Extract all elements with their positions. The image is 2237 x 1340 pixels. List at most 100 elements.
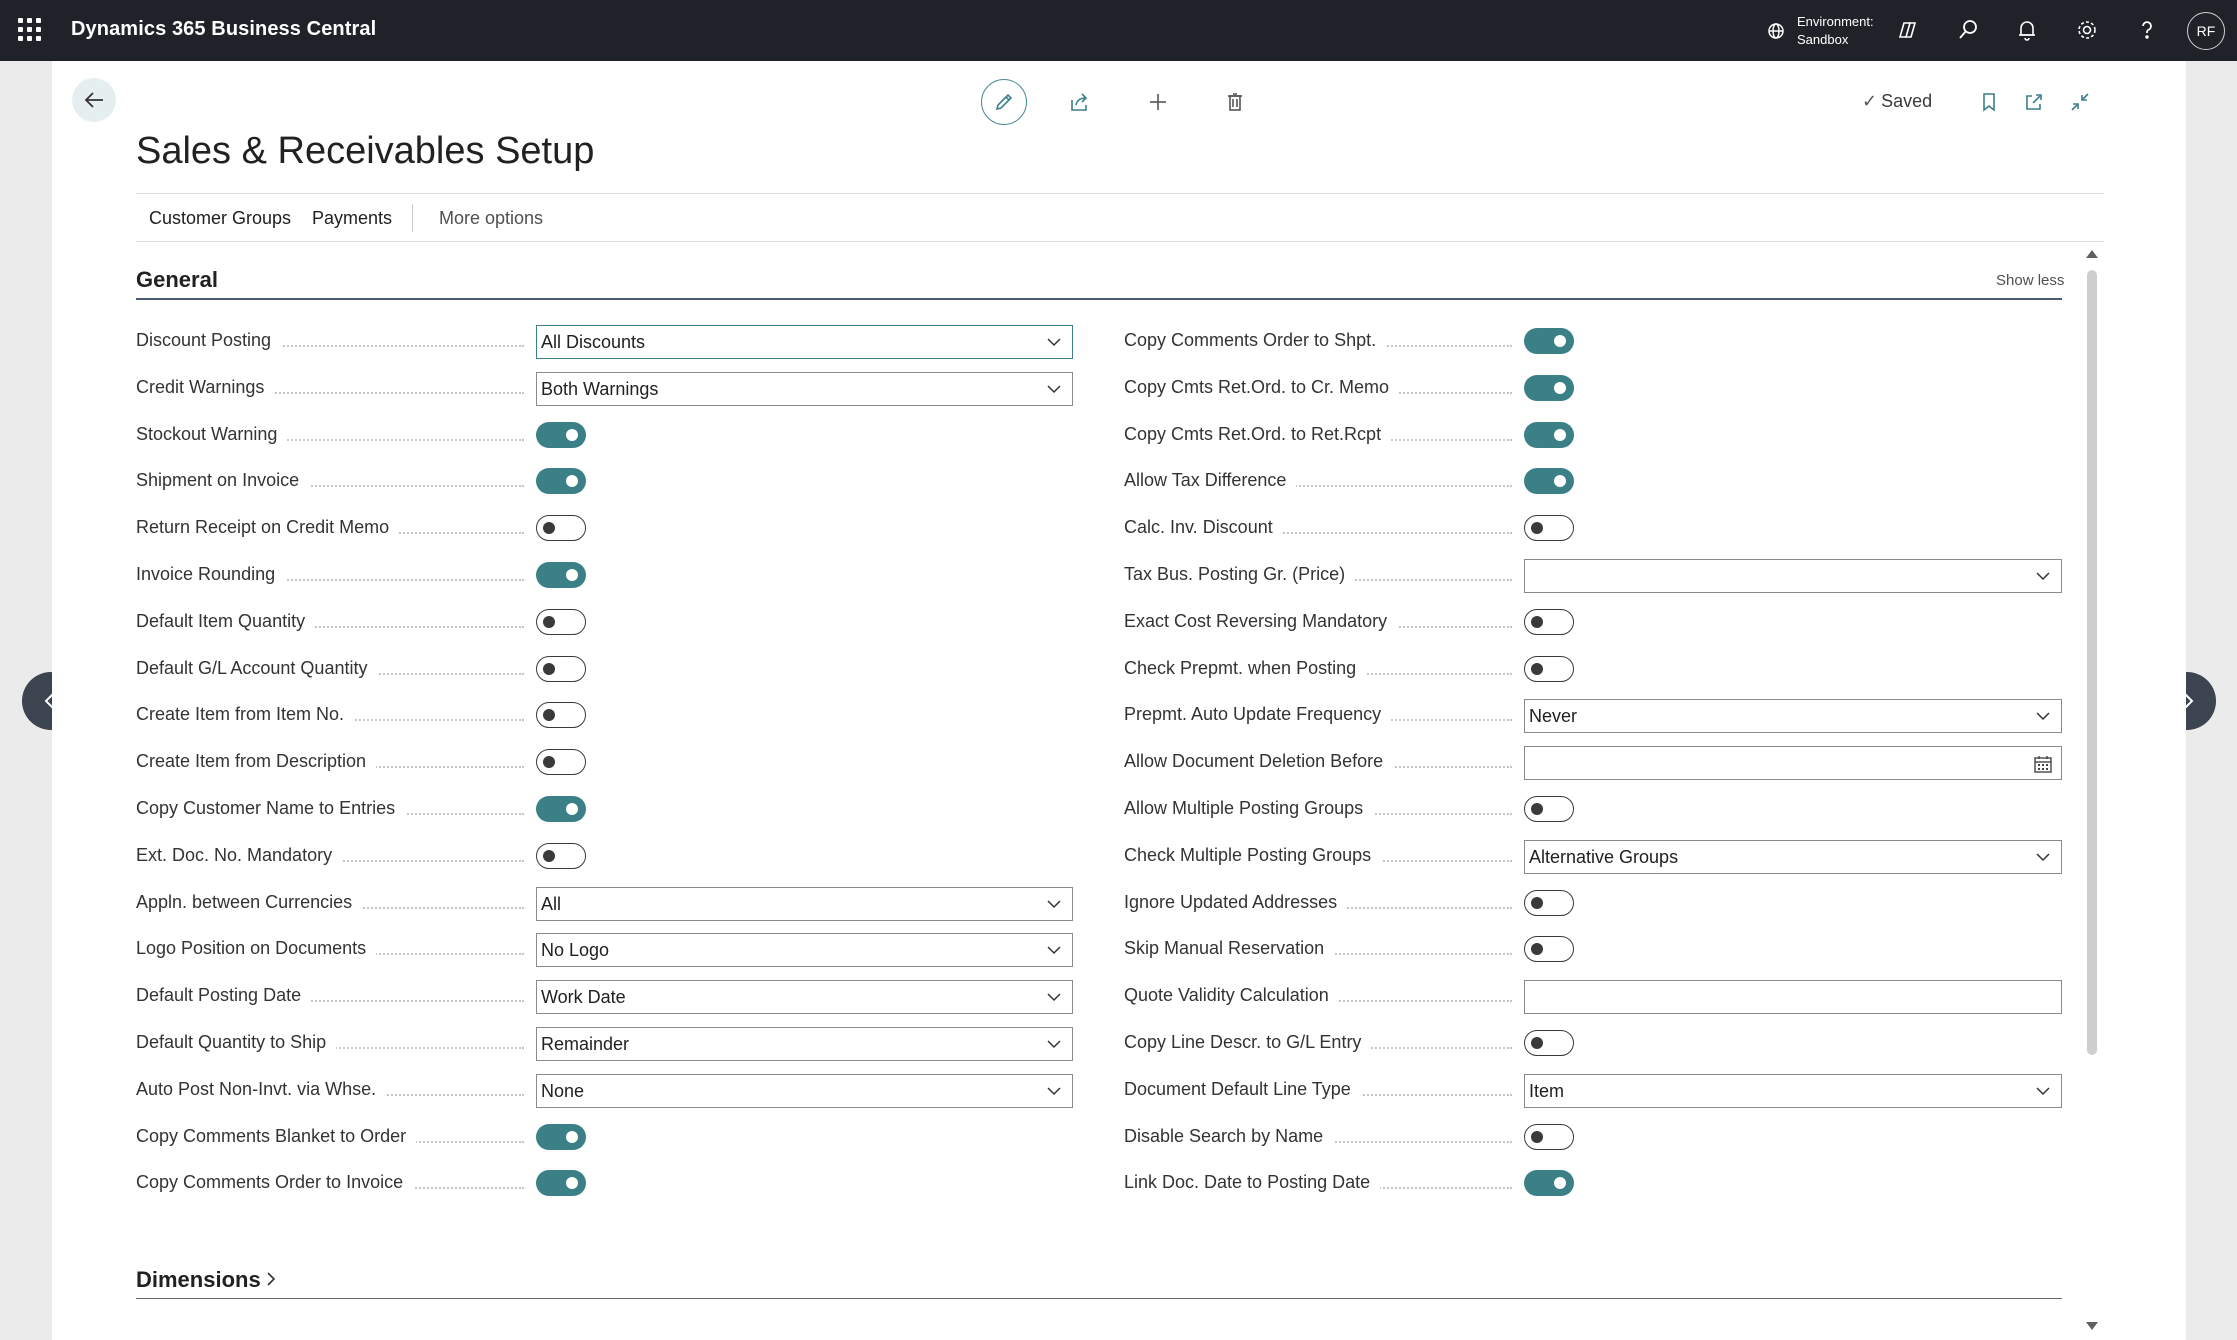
toggle-switch[interactable] — [1524, 1170, 1574, 1196]
toggle-switch[interactable] — [536, 1170, 586, 1196]
field-label: Calc. Inv. Discount — [1124, 517, 1283, 538]
edit-icon — [995, 93, 1013, 111]
scroll-up-arrow[interactable] — [2086, 250, 2098, 258]
dropdown-select[interactable]: Remainder — [536, 1027, 1073, 1061]
dropdown-select[interactable]: Never — [1524, 699, 2062, 733]
dropdown-select[interactable]: All Discounts — [536, 325, 1073, 359]
toggle-switch[interactable] — [1524, 1030, 1574, 1056]
toggle-switch[interactable] — [536, 1124, 586, 1150]
field-value: None — [541, 1081, 585, 1101]
field-exact-cost-reversing-mandatory: Exact Cost Reversing Mandatory — [1124, 606, 2062, 640]
field-check-multiple-posting-groups: Check Multiple Posting Groups Alternative… — [1124, 840, 2062, 874]
bookmark-button[interactable] — [1967, 80, 2011, 124]
field-label: Copy Cmts Ret.Ord. to Cr. Memo — [1124, 377, 1400, 398]
dropdown-select[interactable]: Alternative Groups — [1524, 840, 2062, 874]
toggle-knob — [1531, 616, 1543, 628]
toggle-switch[interactable] — [536, 656, 586, 682]
toggle-switch[interactable] — [1524, 375, 1574, 401]
toggle-knob — [1531, 803, 1543, 815]
action-customer-groups[interactable]: Customer Groups — [149, 208, 291, 229]
saved-status: ✓ Saved — [1862, 91, 1932, 112]
environment-indicator[interactable]: Environment: Sandbox — [1765, 12, 1875, 50]
dropdown-select[interactable] — [1524, 559, 2062, 593]
toggle-switch[interactable] — [1524, 796, 1574, 822]
chevron-down-icon — [1047, 1040, 1061, 1049]
toggle-switch[interactable] — [1524, 328, 1574, 354]
toggle-switch[interactable] — [536, 562, 586, 588]
chevron-down-icon — [1047, 1087, 1061, 1096]
toggle-switch[interactable] — [1524, 890, 1574, 916]
toggle-knob — [566, 803, 578, 815]
field-ext-doc-no-mandatory: Ext. Doc. No. Mandatory — [136, 840, 1073, 874]
toggle-switch[interactable] — [1524, 468, 1574, 494]
toggle-switch[interactable] — [536, 468, 586, 494]
toggle-knob — [1554, 335, 1566, 347]
toggle-switch[interactable] — [1524, 422, 1574, 448]
search-icon[interactable] — [1955, 17, 1981, 43]
toggle-switch[interactable] — [536, 609, 586, 635]
new-button[interactable] — [1136, 80, 1180, 124]
chevron-down-icon — [1047, 993, 1061, 1002]
gear-icon[interactable] — [2074, 17, 2100, 43]
edit-button[interactable] — [981, 79, 1027, 125]
back-button[interactable] — [72, 78, 116, 122]
toggle-knob — [1554, 429, 1566, 441]
toggle-switch[interactable] — [1524, 1124, 1574, 1150]
field-label: Create Item from Item No. — [136, 704, 355, 725]
field-label: Disable Search by Name — [1124, 1126, 1334, 1147]
dropdown-select[interactable]: Item — [1524, 1074, 2062, 1108]
toggle-switch[interactable] — [536, 515, 586, 541]
share-button[interactable] — [1058, 80, 1102, 124]
field-quote-validity-calculation: Quote Validity Calculation — [1124, 980, 2062, 1014]
app-title[interactable]: Dynamics 365 Business Central — [71, 18, 376, 41]
toggle-switch[interactable] — [536, 702, 586, 728]
toggle-knob — [1531, 1037, 1543, 1049]
scrollbar-thumb[interactable] — [2087, 270, 2097, 1055]
dropdown-select[interactable]: None — [536, 1074, 1073, 1108]
page-title: Sales & Receivables Setup — [136, 130, 595, 172]
toggle-knob — [1531, 897, 1543, 909]
field-default-quantity-to-ship: Default Quantity to Ship Remainder — [136, 1027, 1073, 1061]
toggle-switch[interactable] — [1524, 609, 1574, 635]
toggle-switch[interactable] — [536, 796, 586, 822]
action-separator — [412, 204, 413, 232]
calendar-icon[interactable] — [2033, 754, 2053, 774]
open-new-window-button[interactable] — [2012, 80, 2056, 124]
toggle-switch[interactable] — [536, 749, 586, 775]
field-label: Logo Position on Documents — [136, 938, 377, 959]
field-label: Appln. between Currencies — [136, 892, 363, 913]
waffle-icon[interactable] — [18, 18, 42, 42]
action-more-options[interactable]: More options — [439, 208, 543, 229]
date-input[interactable] — [1524, 746, 2062, 780]
toggle-switch[interactable] — [536, 843, 586, 869]
dropdown-select[interactable]: No Logo — [536, 933, 1073, 967]
bookmark-icon — [1983, 93, 1995, 112]
text-input[interactable] — [1524, 980, 2062, 1014]
help-icon[interactable] — [2134, 17, 2160, 43]
field-shipment-on-invoice: Shipment on Invoice — [136, 465, 1073, 499]
toggle-switch[interactable] — [1524, 515, 1574, 541]
toggle-switch[interactable] — [1524, 936, 1574, 962]
bell-icon[interactable] — [2014, 17, 2040, 43]
toggle-switch[interactable] — [536, 422, 586, 448]
toggle-knob — [566, 475, 578, 487]
scroll-down-arrow[interactable] — [2086, 1322, 2098, 1330]
open-new-window-icon — [2026, 94, 2042, 110]
dropdown-select[interactable]: All — [536, 887, 1073, 921]
field-discount-posting: Discount Posting All Discounts — [136, 325, 1073, 359]
avatar[interactable]: RF — [2187, 12, 2225, 50]
section-dimensions-title[interactable]: Dimensions — [136, 1267, 279, 1293]
field-label: Allow Tax Difference — [1124, 470, 1297, 491]
delete-button[interactable] — [1213, 80, 1257, 124]
section-rule — [136, 298, 2062, 300]
dropdown-select[interactable]: Both Warnings — [536, 372, 1073, 406]
section-general-title[interactable]: General — [136, 267, 218, 293]
toggle-switch[interactable] — [1524, 656, 1574, 682]
chevron-down-icon — [1047, 900, 1061, 909]
field-check-prepmt-when-posting: Check Prepmt. when Posting — [1124, 653, 2062, 687]
collapse-button[interactable] — [2058, 80, 2102, 124]
action-payments[interactable]: Payments — [312, 208, 392, 229]
show-less-link[interactable]: Show less — [1996, 272, 2064, 289]
dropdown-select[interactable]: Work Date — [536, 980, 1073, 1014]
copilot-icon[interactable] — [1895, 17, 1921, 43]
